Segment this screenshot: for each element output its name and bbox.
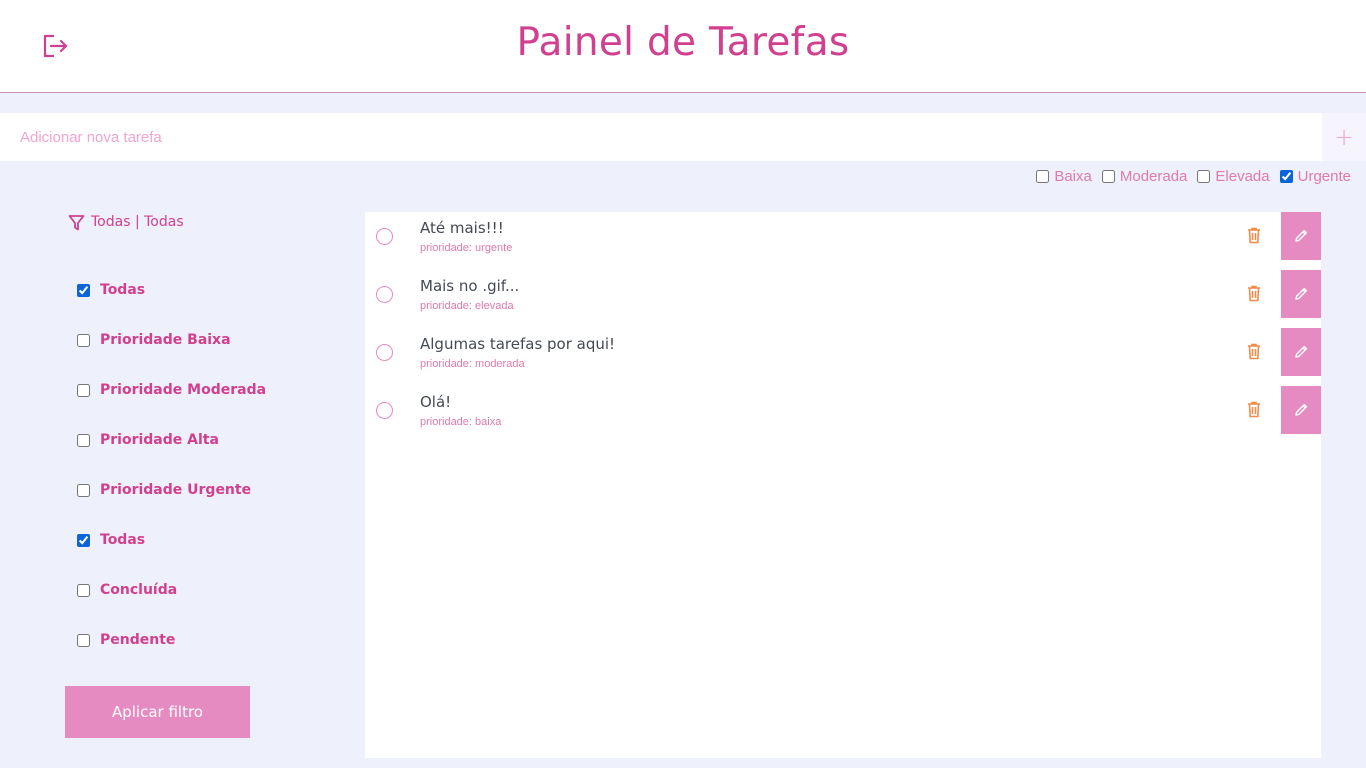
pencil-icon (1295, 345, 1308, 358)
add-task-button[interactable]: + (1322, 113, 1366, 161)
priority-options: Baixa Moderada Elevada Urgente (1036, 166, 1351, 186)
filter-checkbox[interactable] (77, 583, 90, 597)
plus-icon: + (1333, 123, 1355, 151)
task-item: Mais no .gif... prioridade: elevada (365, 270, 1321, 318)
priority-label: Elevada (1215, 167, 1270, 185)
pencil-icon (1295, 229, 1308, 242)
filter-item-label: Todas (100, 282, 146, 298)
edit-button[interactable] (1281, 270, 1321, 318)
priority-option-baixa[interactable]: Baixa (1036, 168, 1092, 185)
page-title: Painel de Tarefas (516, 20, 850, 65)
priority-checkbox[interactable] (1279, 169, 1293, 183)
filter-item-label: Pendente (100, 632, 176, 648)
task-priority: prioridade: elevada (420, 300, 514, 312)
trash-icon[interactable] (1247, 227, 1261, 244)
filter-checkbox[interactable] (77, 483, 90, 497)
filter-summary: Todas | Todas (68, 212, 184, 232)
trash-icon[interactable] (1247, 401, 1261, 418)
header: Painel de Tarefas (0, 0, 1366, 93)
new-task-input[interactable] (0, 113, 1322, 161)
filter-item-label: Todas (100, 532, 146, 548)
apply-filter-button[interactable]: Aplicar filtro (65, 686, 250, 738)
filter-item-prioridade-moderada[interactable]: Prioridade Moderada (77, 380, 297, 400)
filter-checkbox[interactable] (77, 283, 90, 297)
filter-item-label: Prioridade Moderada (100, 382, 267, 398)
filter-item-todas-status[interactable]: Todas (77, 530, 297, 550)
complete-toggle-icon[interactable] (376, 286, 393, 303)
filter-checkbox[interactable] (77, 333, 90, 347)
priority-label: Baixa (1054, 167, 1092, 185)
filter-icon (68, 214, 85, 231)
task-priority: prioridade: baixa (420, 416, 502, 428)
filter-checkbox[interactable] (77, 433, 90, 447)
task-item: Algumas tarefas por aqui! prioridade: mo… (365, 328, 1321, 376)
pencil-icon (1295, 287, 1308, 300)
priority-label: Moderada (1119, 167, 1188, 185)
priority-checkbox[interactable] (1101, 169, 1115, 183)
priority-checkbox[interactable] (1197, 169, 1211, 183)
trash-icon[interactable] (1247, 343, 1261, 360)
filter-checkbox[interactable] (77, 383, 90, 397)
edit-button[interactable] (1281, 386, 1321, 434)
priority-option-moderada[interactable]: Moderada (1101, 167, 1188, 185)
filter-item-pendente[interactable]: Pendente (77, 630, 297, 650)
complete-toggle-icon[interactable] (376, 402, 393, 419)
task-item: Olá! prioridade: baixa (365, 386, 1321, 434)
complete-toggle-icon[interactable] (376, 228, 393, 245)
task-name: Olá! (420, 393, 452, 411)
task-list: Até mais!!! prioridade: urgente Mais no … (365, 212, 1321, 758)
task-priority: prioridade: urgente (420, 242, 513, 254)
filter-item-label: Prioridade Baixa (100, 332, 231, 348)
filter-summary-text: Todas | Todas (91, 214, 184, 230)
filter-item-concluida[interactable]: Concluída (77, 580, 297, 600)
task-item: Até mais!!! prioridade: urgente (365, 212, 1321, 260)
filter-checkbox[interactable] (77, 633, 90, 647)
edit-button[interactable] (1281, 212, 1321, 260)
trash-icon[interactable] (1247, 285, 1261, 302)
edit-button[interactable] (1281, 328, 1321, 376)
filter-item-label: Prioridade Alta (100, 432, 219, 448)
task-name: Algumas tarefas por aqui! (420, 335, 616, 353)
filter-item-prioridade-alta[interactable]: Prioridade Alta (77, 430, 297, 450)
filter-item-label: Prioridade Urgente (100, 482, 252, 498)
filter-checkbox[interactable] (77, 533, 90, 547)
filter-item-prioridade-urgente[interactable]: Prioridade Urgente (77, 480, 297, 500)
task-priority: prioridade: moderada (420, 358, 525, 370)
priority-checkbox[interactable] (1036, 169, 1050, 183)
filter-item-todas-prioridade[interactable]: Todas (77, 280, 297, 300)
filter-item-prioridade-baixa[interactable]: Prioridade Baixa (77, 330, 297, 350)
filter-item-label: Concluída (100, 582, 178, 598)
task-name: Mais no .gif... (420, 277, 520, 295)
priority-option-urgente[interactable]: Urgente (1279, 167, 1351, 185)
new-task-bar: + (0, 113, 1366, 161)
priority-label: Urgente (1297, 167, 1351, 185)
task-name: Até mais!!! (420, 219, 504, 237)
complete-toggle-icon[interactable] (376, 344, 393, 361)
priority-option-elevada[interactable]: Elevada (1197, 167, 1270, 185)
pencil-icon (1295, 403, 1308, 416)
